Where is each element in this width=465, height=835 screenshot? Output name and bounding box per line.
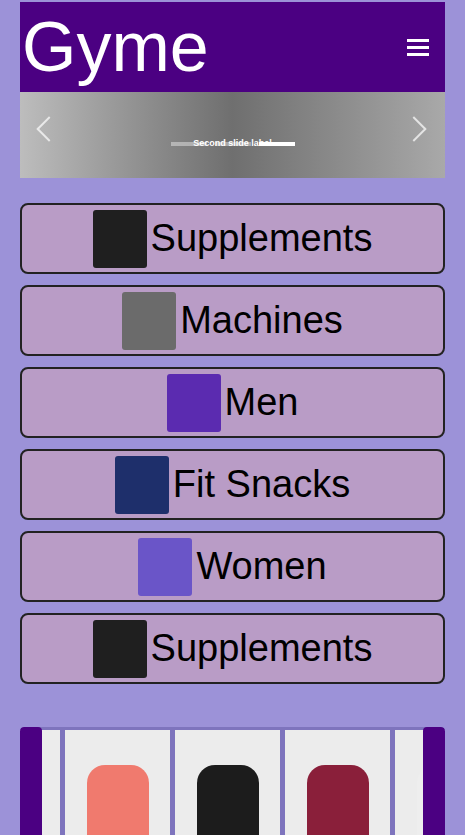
product-shirt-icon	[87, 765, 149, 835]
next-arrow-icon[interactable]	[401, 116, 426, 141]
category-thumbnail-icon	[93, 620, 147, 678]
menu-bar-icon	[407, 46, 429, 49]
product-card[interactable]	[285, 730, 390, 835]
carousel-indicator[interactable]	[215, 142, 251, 146]
category-thumbnail-icon	[138, 538, 192, 596]
hero-carousel: Second slide label	[20, 92, 445, 178]
carousel-indicators	[171, 142, 295, 146]
product-card[interactable]	[175, 730, 280, 835]
category-button[interactable]: Supplements	[20, 613, 445, 684]
category-thumbnail-icon	[115, 456, 169, 514]
menu-bar-icon	[407, 53, 429, 56]
product-shirt-icon	[307, 765, 369, 835]
strip-next-button[interactable]	[423, 727, 445, 835]
category-thumbnail-icon	[122, 292, 176, 350]
page: Gyme Second slide label Supplements Machine…	[0, 0, 465, 835]
product-card[interactable]	[65, 730, 170, 835]
category-button[interactable]: Machines	[20, 285, 445, 356]
strip-prev-button[interactable]	[20, 727, 42, 835]
product-strip	[20, 727, 445, 835]
prev-arrow-icon[interactable]	[36, 116, 61, 141]
category-button[interactable]: Supplements	[20, 203, 445, 274]
header: Gyme	[20, 2, 445, 92]
category-button[interactable]: Women	[20, 531, 445, 602]
carousel-indicator[interactable]	[259, 142, 295, 146]
category-button[interactable]: Fit Snacks	[20, 449, 445, 520]
product-shirt-icon	[197, 765, 259, 835]
logo[interactable]: Gyme	[20, 12, 209, 82]
menu-button[interactable]	[405, 37, 431, 58]
carousel-indicator[interactable]	[171, 142, 207, 146]
category-thumbnail-icon	[93, 210, 147, 268]
category-list: Supplements Machines Men Fit Snacks Women Sup…	[20, 203, 445, 684]
category-thumbnail-icon	[167, 374, 221, 432]
category-button[interactable]: Men	[20, 367, 445, 438]
menu-bar-icon	[407, 39, 429, 42]
